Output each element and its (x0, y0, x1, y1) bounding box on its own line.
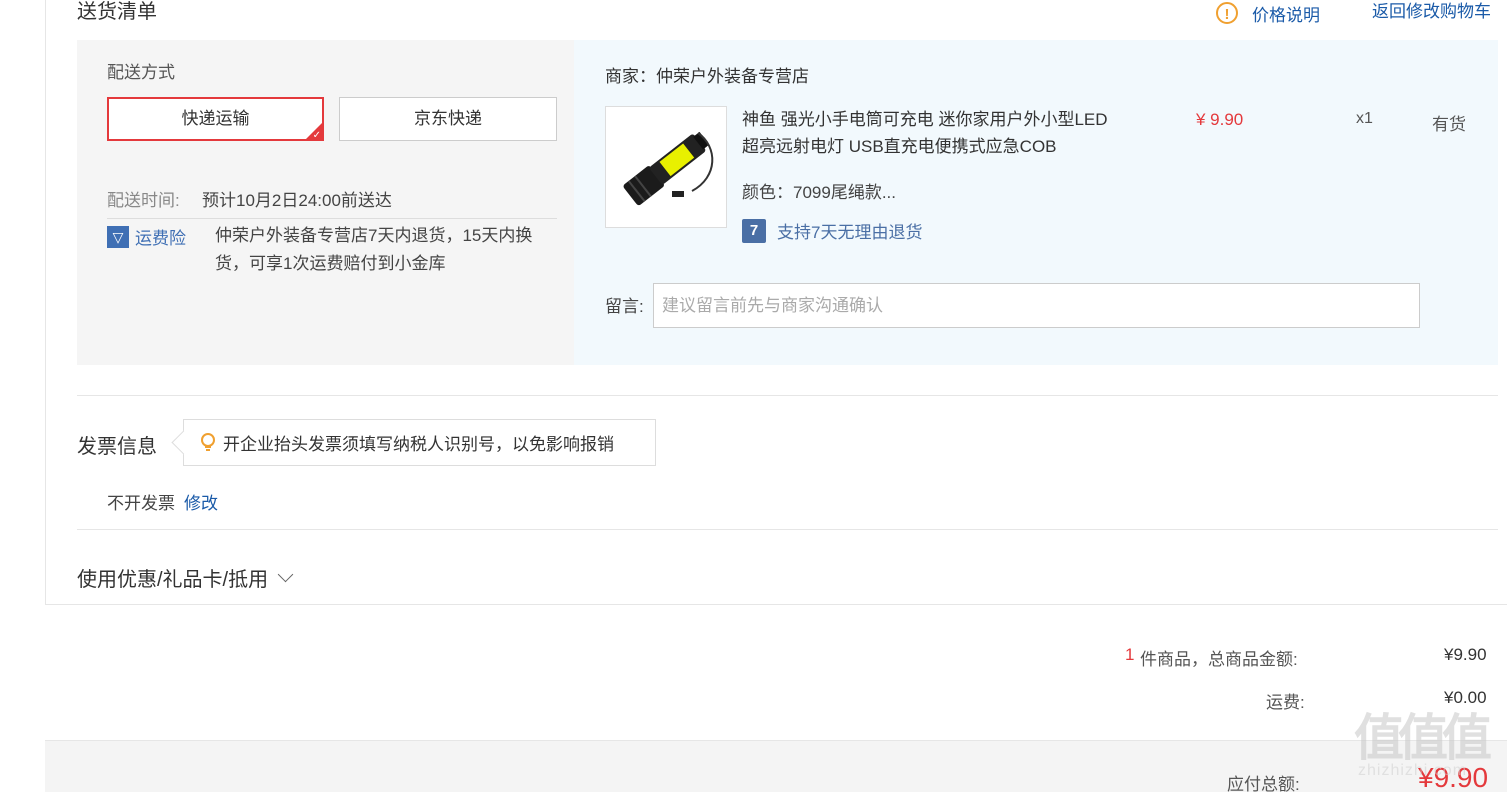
flashlight-icon (623, 131, 714, 206)
goods-total-label: 件商品，总商品金额: (1140, 650, 1298, 669)
product-title[interactable]: 神鱼 强光小手电筒可充电 迷你家用户外小型LED超亮远射电灯 USB直充电便携式… (742, 106, 1122, 160)
shipping-option-express-label: 快递运输 (181, 109, 250, 128)
freight-value: ¥0.00 (1444, 688, 1487, 707)
watermark-url: zhizhizhi.com (1358, 762, 1468, 779)
section-title: 送货清单 (77, 1, 157, 23)
frame-bottom-border (45, 604, 1507, 605)
item-count: 1 (1125, 645, 1135, 664)
freight-insurance[interactable]: ▽ 运费险 (107, 224, 186, 249)
back-to-cart-link[interactable]: 返回修改购物车 (1372, 0, 1491, 24)
lightbulb-icon (201, 432, 215, 451)
product-price: ¥ 9.90 (1196, 110, 1244, 129)
freight-insurance-label: 运费险 (135, 229, 186, 248)
exclamation-icon: ! (1216, 2, 1238, 24)
product-stock-status: 有货 (1432, 115, 1466, 134)
shield-icon: ▽ (107, 225, 129, 248)
message-label: 留言: (605, 297, 644, 316)
tooltip-arrow (171, 430, 196, 455)
seven-day-return-icon: 7 (742, 218, 766, 243)
product-image[interactable] (605, 106, 727, 228)
invoice-title: 发票信息 (77, 436, 157, 458)
price-note-label: 价格说明 (1252, 5, 1320, 25)
shipping-method-label: 配送方式 (107, 63, 175, 82)
total-payable-label: 应付总额: (1227, 775, 1300, 794)
section-divider (77, 395, 1498, 396)
shipping-divider (107, 218, 557, 219)
merchant-name: 商家：仲荣户外装备专营店 (605, 67, 809, 86)
watermark-logo: 值值值 zhizhizhi.com (1354, 710, 1492, 780)
product-color: 颜色：7099尾绳款... (742, 183, 896, 202)
watermark-glyphs: 值值值 (1354, 710, 1492, 766)
freight-insurance-desc: 仲荣户外装备专营店7天内退货，15天内换货，可享1次运费赔付到小金库 (215, 226, 533, 273)
chevron-down-icon (277, 566, 294, 583)
invoice-edit-link[interactable]: 修改 (184, 489, 218, 514)
invoice-status: 不开发票 (107, 494, 175, 513)
return-policy-label: 支持7天无理由退货 (777, 223, 923, 242)
section-divider (77, 529, 1498, 530)
frame-left-border (45, 0, 46, 605)
shipping-option-jd[interactable]: 京东快递 (339, 97, 557, 141)
coupon-toggle[interactable]: 使用优惠/礼品卡/抵用 (77, 563, 294, 592)
message-input[interactable] (653, 283, 1420, 328)
goods-total-value: ¥9.90 (1444, 645, 1487, 664)
price-note-link[interactable]: ! 价格说明 (1216, 0, 1320, 26)
shipping-option-express[interactable]: 快递运输 ✓ (107, 97, 324, 141)
product-quantity: x1 (1356, 110, 1373, 127)
invoice-tip-text: 开企业抬头发票须填写纳税人识别号，以免影响报销 (223, 435, 614, 454)
delivery-time-label: 配送时间: (107, 191, 180, 210)
invoice-tip: 开企业抬头发票须填写纳税人识别号，以免影响报销 (171, 419, 656, 466)
freight-label: 运费: (1266, 693, 1305, 712)
return-policy: 7 支持7天无理由退货 (742, 218, 922, 243)
checkmark-icon: ✓ (312, 130, 321, 141)
coupon-label: 使用优惠/礼品卡/抵用 (77, 569, 269, 591)
delivery-time-value: 预计10月2日24:00前送达 (202, 191, 392, 210)
